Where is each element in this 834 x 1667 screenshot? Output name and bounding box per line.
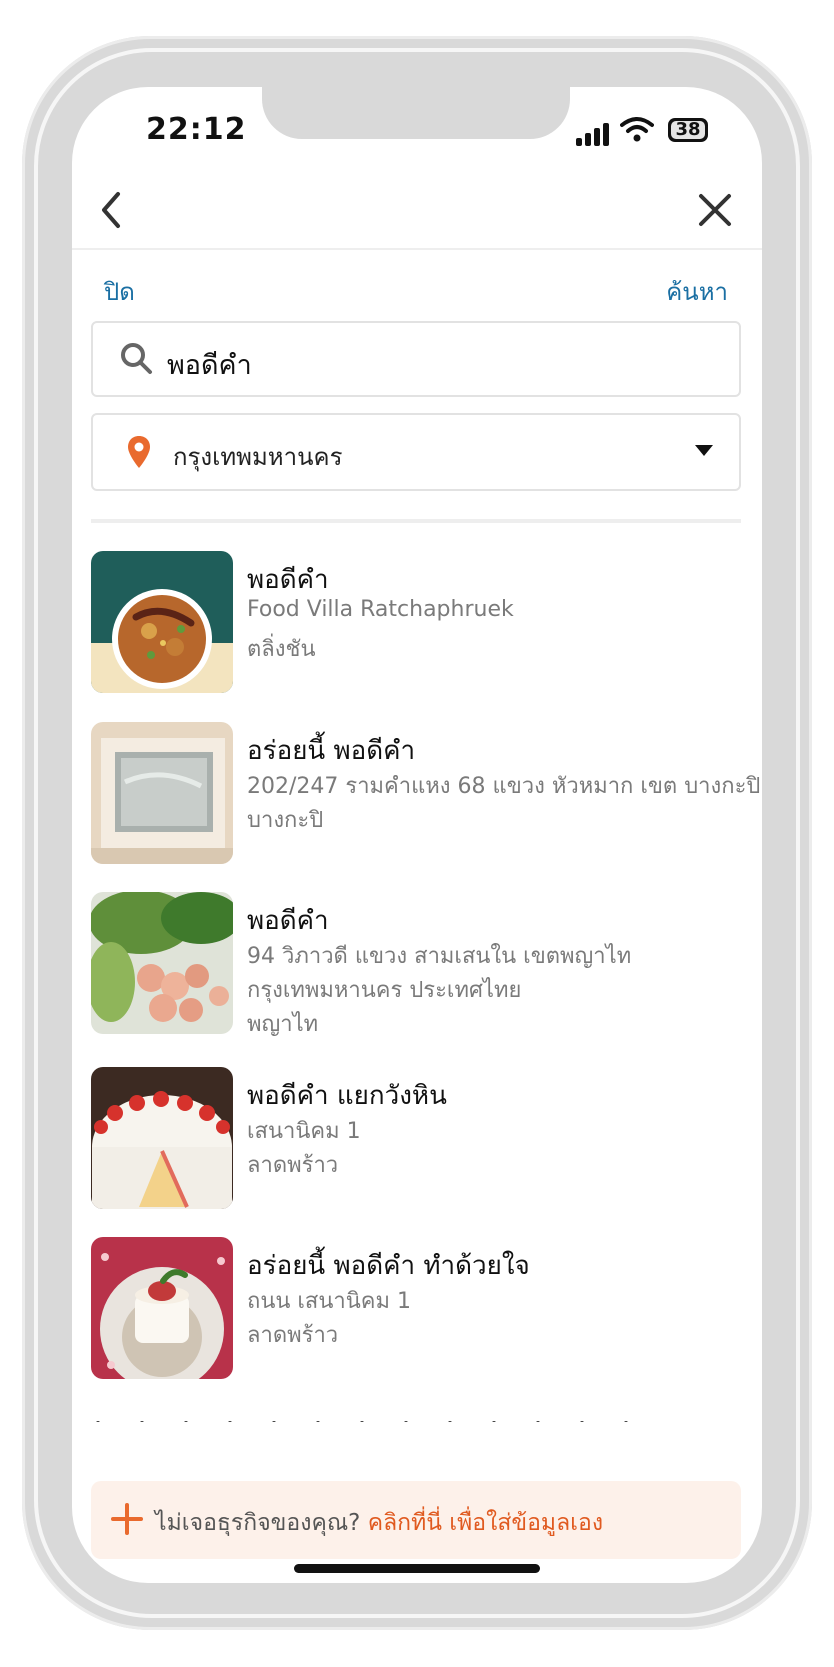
- battery-icon: 38: [668, 118, 708, 142]
- status-time: 22:12: [146, 112, 247, 147]
- result-title: อร่อยนี้ พอดีคำ ทำด้วยใจ: [247, 1251, 530, 1281]
- chevron-down-icon: [695, 445, 713, 456]
- result-district: ลาดพร้าว: [247, 1323, 339, 1348]
- result-thumbnail: [91, 1067, 233, 1209]
- result-district: ลาดพร้าว: [247, 1153, 339, 1178]
- result-district: บางกะปิ: [247, 808, 324, 833]
- result-address: ถนน เสนานิคม 1: [247, 1289, 411, 1314]
- banner-text: ไม่เจอธุรกิจของคุณ? คลิกที่นี่ เพื่อใส่ข…: [155, 1505, 603, 1541]
- result-address: 202/247 รามคำแหง 68 แขวง หัวหมาก เขต บาง…: [247, 774, 761, 799]
- home-indicator[interactable]: [294, 1564, 540, 1573]
- result-address: 94 วิภาวดี แขวง สามเสนใน เขตพญาไท: [247, 944, 632, 969]
- result-thumbnail: [91, 892, 233, 1034]
- result-address: เสนานิคม 1: [247, 1119, 361, 1144]
- result-title: พอดีคำ: [247, 565, 329, 595]
- result-item[interactable]: พอดีคำ Food Villa Ratchaphruek ตลิ่งชัน: [91, 551, 741, 697]
- add-business-link[interactable]: คลิกที่นี่ เพื่อใส่ข้อมูลเอง: [368, 1510, 603, 1536]
- close-icon[interactable]: [697, 192, 733, 228]
- location-pin-icon: [128, 436, 150, 468]
- result-thumbnail: [91, 1237, 233, 1379]
- search-icon: [121, 343, 152, 374]
- section-divider: [91, 519, 741, 523]
- result-district: ตลิ่งชัน: [247, 637, 316, 662]
- battery-level: 38: [675, 119, 701, 140]
- wifi-icon: [620, 117, 654, 142]
- back-icon[interactable]: [96, 190, 126, 230]
- result-district: พญาไท: [247, 1012, 319, 1037]
- result-thumbnail: [91, 551, 233, 693]
- result-title: พอดีคำ แยกวังหิน: [247, 1081, 447, 1111]
- notch: [262, 87, 570, 139]
- result-thumbnail: [91, 722, 233, 864]
- result-title: พอดีคำ: [247, 906, 329, 936]
- header-divider: [72, 248, 762, 250]
- status-icons: 38: [576, 116, 716, 146]
- close-link[interactable]: ปิด: [104, 272, 135, 311]
- location-value: กรุงเทพมหานคร: [173, 443, 343, 471]
- search-input[interactable]: พอดีคำ: [91, 321, 741, 397]
- result-address-line2: กรุงเทพมหานคร ประเทศไทย: [247, 978, 522, 1003]
- result-item[interactable]: พอดีคำ 94 วิภาวดี แขวง สามเสนใน เขตพญาไท…: [91, 892, 741, 1038]
- result-address: Food Villa Ratchaphruek: [247, 597, 514, 622]
- result-title: อร่อยนี้ พอดีคำ: [247, 736, 416, 766]
- result-item[interactable]: พอดีคำ แยกวังหิน เสนานิคม 1 ลาดพร้าว: [91, 1067, 741, 1213]
- search-link[interactable]: ค้นหา: [666, 272, 728, 311]
- plus-icon: [111, 1503, 143, 1535]
- clipped-text-row: [96, 1410, 726, 1422]
- search-value: พอดีคำ: [167, 350, 252, 381]
- result-item[interactable]: อร่อยนี้ พอดีคำ ทำด้วยใจ ถนน เสนานิคม 1 …: [91, 1237, 741, 1383]
- add-business-banner[interactable]: ไม่เจอธุรกิจของคุณ? คลิกที่นี่ เพื่อใส่ข…: [91, 1481, 741, 1559]
- result-item[interactable]: อร่อยนี้ พอดีคำ 202/247 รามคำแหง 68 แขวง…: [91, 722, 760, 868]
- location-select[interactable]: กรุงเทพมหานคร: [91, 413, 741, 491]
- banner-question: ไม่เจอธุรกิจของคุณ?: [155, 1510, 368, 1536]
